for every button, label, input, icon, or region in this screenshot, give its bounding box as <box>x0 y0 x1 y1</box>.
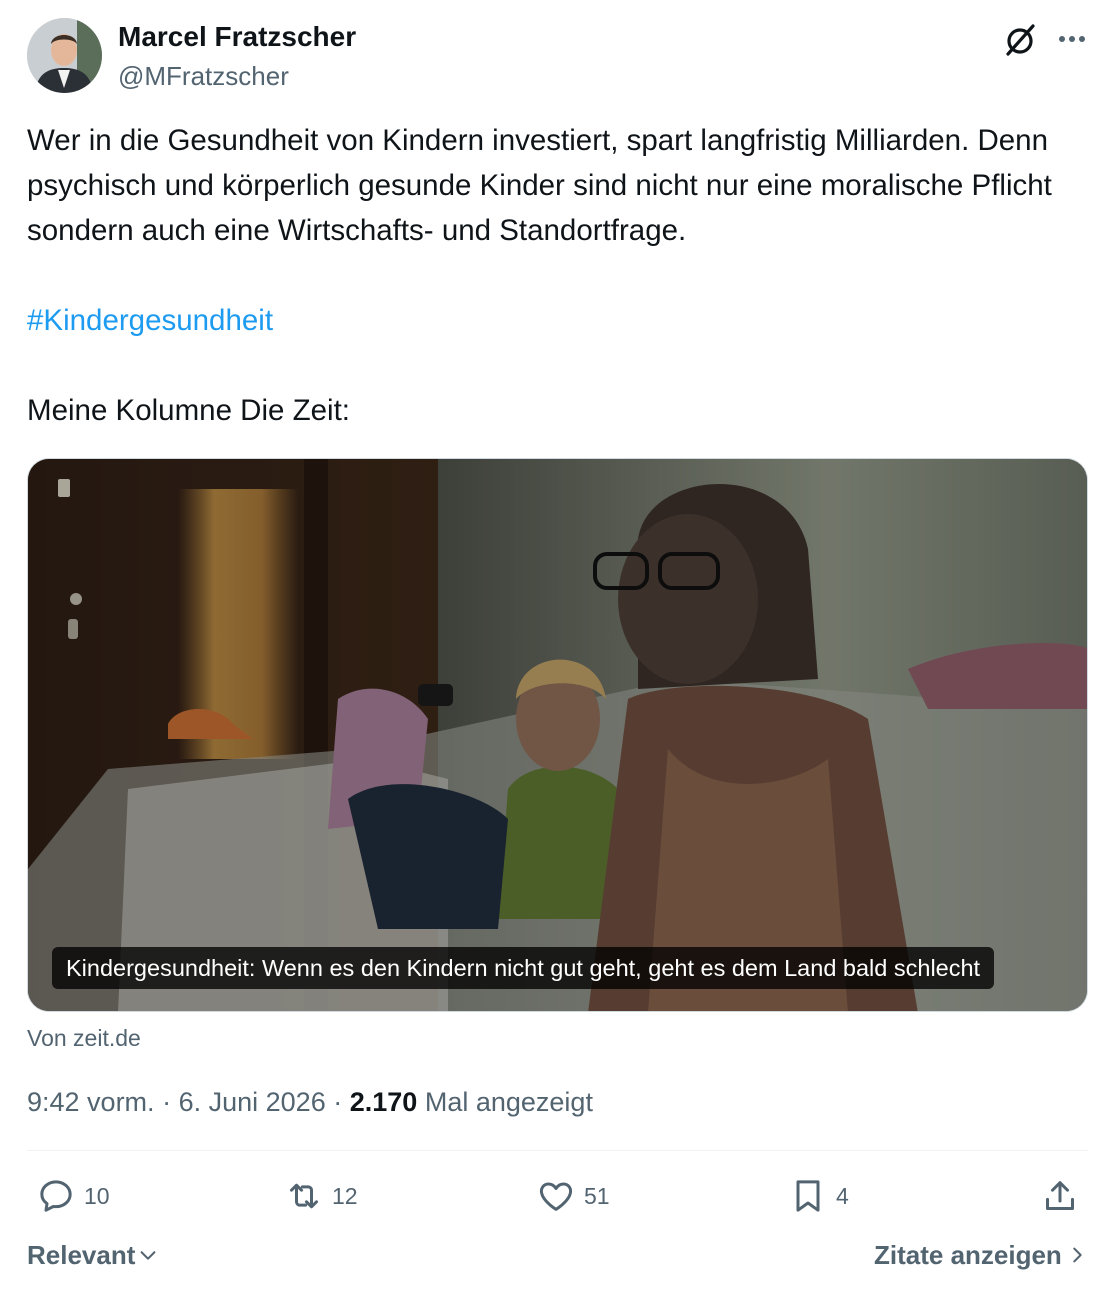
chevron-down-icon <box>140 1251 156 1260</box>
view-count: 2.170 <box>349 1087 418 1117</box>
tweet-time[interactable]: 9:42 vorm. <box>27 1087 155 1117</box>
bookmark-button[interactable]: 4 <box>788 1172 849 1220</box>
repost-button[interactable]: 12 <box>284 1172 358 1220</box>
tweet-body: Wer in die Gesundheit von Kindern invest… <box>27 118 1097 433</box>
like-count: 51 <box>584 1182 610 1209</box>
card-title[interactable]: Kindergesundheit: Wenn es den Kindern ni… <box>52 947 995 989</box>
share-icon <box>1046 1181 1074 1210</box>
view-label: Mal angezeigt <box>424 1087 593 1117</box>
link-card[interactable]: Kindergesundheit: Wenn es den Kindern ni… <box>27 458 1088 1012</box>
card-image <box>28 459 1087 1011</box>
card-source[interactable]: Von zeit.de <box>27 1022 141 1054</box>
tweet-outro: Meine Kolumne Die Zeit: <box>27 394 351 427</box>
tweet-text: Wer in die Gesundheit von Kindern invest… <box>27 124 1061 247</box>
sort-label: Relevant <box>27 1240 136 1270</box>
divider <box>27 1150 1088 1151</box>
repost-icon <box>290 1183 318 1209</box>
sort-dropdown[interactable]: Relevant <box>27 1238 159 1272</box>
quotes-label: Zitate anzeigen <box>874 1240 1062 1270</box>
bookmark-icon <box>796 1180 820 1212</box>
share-button[interactable] <box>1040 1172 1080 1220</box>
reply-button[interactable]: 10 <box>36 1172 110 1220</box>
tweet-date[interactable]: 6. Juni 2026 <box>179 1087 326 1117</box>
repost-count: 12 <box>332 1182 358 1209</box>
tweet-meta: 9:42 vorm. · 6. Juni 2026 · 2.170 Mal an… <box>27 1084 593 1120</box>
avatar[interactable] <box>27 18 102 93</box>
hashtag-link[interactable]: #Kindergesundheit <box>27 304 273 337</box>
meta-separator: · <box>333 1087 343 1117</box>
heart-icon <box>539 1182 573 1211</box>
reply-count: 10 <box>84 1182 110 1209</box>
bookmark-count: 4 <box>836 1182 849 1209</box>
author-handle[interactable]: @MFratzscher <box>118 60 289 92</box>
grok-icon[interactable] <box>1000 20 1040 60</box>
view-quotes-link[interactable]: Zitate anzeigen <box>874 1238 1088 1272</box>
like-button[interactable]: 51 <box>536 1172 610 1220</box>
more-options-icon[interactable] <box>1052 22 1092 56</box>
chevron-right-icon <box>1073 1247 1082 1263</box>
author-name[interactable]: Marcel Fratzscher <box>118 20 356 54</box>
meta-separator: · <box>162 1087 172 1117</box>
reply-icon <box>40 1180 72 1212</box>
